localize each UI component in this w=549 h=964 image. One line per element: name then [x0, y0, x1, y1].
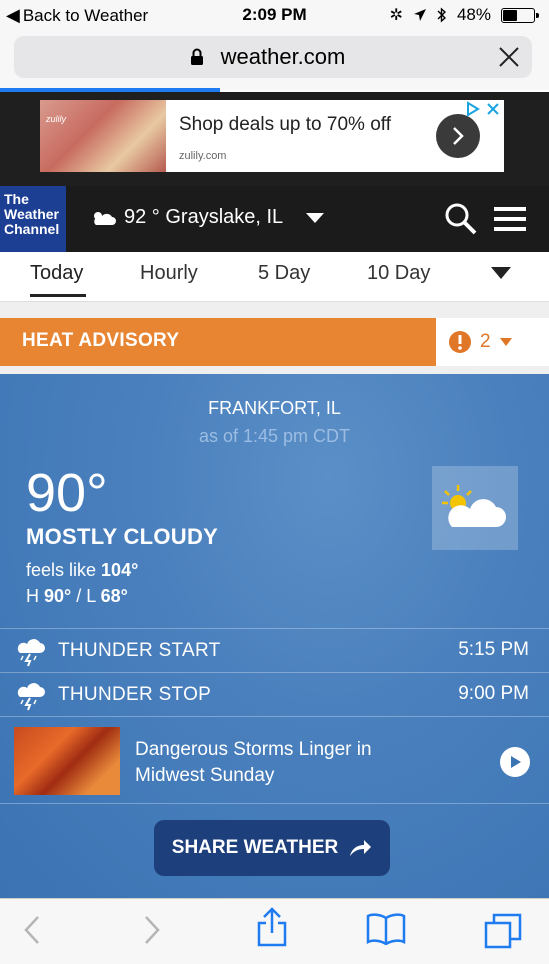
tabs-icon[interactable]	[484, 913, 522, 949]
current-conditions-card: FRANKFORT, IL as of 1:45 pm CDT 90° MOST…	[0, 374, 549, 898]
news-thumbnail	[14, 727, 120, 795]
ad-domain: zulily.com	[179, 150, 227, 162]
high-low: H 90° / L 68°	[26, 586, 128, 607]
ad-close-icon[interactable]	[484, 100, 502, 118]
ad-banner-area: zulily Shop deals up to 70% off zulily.c…	[0, 92, 549, 186]
header-location: 92 ° Grayslake, IL	[124, 206, 284, 228]
browser-address-bar: weather.com	[0, 30, 549, 90]
current-location: FRANKFORT, IL	[208, 398, 341, 418]
thunderstorm-icon	[17, 639, 45, 667]
news-video-item[interactable]: Dangerous Storms Linger in Midwest Sunda…	[0, 716, 549, 804]
share-icon[interactable]	[256, 907, 288, 947]
alert-time: 5:15 PM	[458, 639, 529, 660]
low-value: 68°	[100, 586, 128, 606]
url-field[interactable]: weather.com	[14, 36, 532, 78]
partly-cloudy-icon	[94, 211, 116, 225]
feels-like: feels like 104°	[26, 560, 138, 581]
observation-time: as of 1:45 pm CDT	[198, 426, 351, 446]
adchoices-icon	[467, 101, 480, 117]
forecast-tabs: Today Hourly 5 Day 10 Day	[0, 252, 549, 302]
ad-choices[interactable]	[464, 100, 504, 118]
alert-label: THUNDER STOP	[58, 684, 212, 705]
news-title: Dangerous Storms Linger in Midwest Sunda…	[135, 739, 372, 786]
url-text: weather.com	[220, 44, 346, 69]
battery-percent: 48%	[456, 5, 491, 24]
tab-5-day[interactable]: 5 Day	[258, 262, 310, 285]
alert-row-thunder-start[interactable]: THUNDER START 5:15 PM	[0, 628, 549, 672]
alert-icon	[449, 331, 471, 353]
tab-hourly[interactable]: Hourly	[140, 262, 198, 285]
thunderstorm-icon	[17, 683, 45, 711]
active-tab-indicator	[30, 294, 86, 297]
battery-icon	[501, 7, 539, 23]
site-header: The Weather Channel 92 ° Grayslake, IL	[0, 186, 549, 252]
advisory-count-toggle[interactable]: 2	[436, 318, 549, 366]
advisory-count: 2	[480, 331, 491, 352]
high-label: H	[26, 586, 44, 606]
share-arrow-icon	[350, 840, 372, 856]
bookmarks-icon[interactable]	[366, 913, 406, 945]
chevron-right-icon	[453, 127, 464, 145]
ad-banner[interactable]: zulily Shop deals up to 70% off zulily.c…	[40, 100, 504, 172]
ad-brand: zulily	[46, 114, 67, 124]
alert-row-thunder-stop[interactable]: THUNDER STOP 9:00 PM	[0, 672, 549, 716]
chevron-down-icon	[499, 338, 512, 346]
current-temperature: 90°	[26, 463, 108, 523]
heat-advisory-banner[interactable]: HEAT ADVISORY 2	[0, 318, 549, 366]
activity-spinner-icon: ✲	[389, 7, 403, 24]
ad-headline: Shop deals up to 70% off	[179, 114, 391, 135]
ad-open-button[interactable]	[436, 114, 480, 158]
ad-image: zulily	[40, 100, 166, 172]
more-tabs-caret-icon[interactable]	[490, 266, 512, 280]
alert-label: THUNDER START	[58, 640, 221, 661]
advisory-label: HEAT ADVISORY	[22, 330, 180, 351]
forward-icon[interactable]	[142, 913, 162, 947]
status-bar: ◀ Back to Weather 2:09 PM ✲ 48%	[0, 0, 549, 30]
separator	[0, 366, 549, 374]
hamburger-menu-icon[interactable]	[494, 206, 526, 232]
logo-line: Channel	[4, 221, 60, 237]
close-icon[interactable]	[496, 44, 522, 70]
play-icon	[511, 756, 521, 768]
current-condition: MOSTLY CLOUDY	[26, 524, 219, 549]
location-selector[interactable]: 92 ° Grayslake, IL	[90, 206, 325, 229]
share-weather-button[interactable]: SHARE WEATHER	[154, 820, 390, 876]
low-label: / L	[71, 586, 101, 606]
tab-10-day[interactable]: 10 Day	[367, 262, 430, 285]
twc-logo[interactable]: The Weather Channel	[0, 186, 66, 252]
bluetooth-icon	[437, 7, 446, 23]
separator	[0, 302, 549, 318]
back-icon[interactable]	[22, 913, 42, 947]
condition-icon-box	[432, 466, 518, 550]
location-arrow-icon	[413, 9, 426, 21]
high-value: 90°	[44, 586, 72, 606]
mostly-cloudy-icon	[442, 485, 506, 527]
alert-time: 9:00 PM	[458, 683, 529, 704]
tab-today[interactable]: Today	[30, 262, 83, 285]
logo-line: The	[4, 191, 29, 207]
feels-like-value: 104°	[101, 560, 139, 580]
logo-line: Weather	[4, 206, 59, 222]
feels-like-label: feels like	[26, 560, 102, 580]
share-weather-label: SHARE WEATHER	[171, 837, 339, 858]
play-button[interactable]	[500, 747, 530, 777]
browser-toolbar	[0, 898, 549, 964]
dropdown-caret-icon	[306, 212, 325, 223]
search-icon[interactable]	[444, 202, 478, 236]
